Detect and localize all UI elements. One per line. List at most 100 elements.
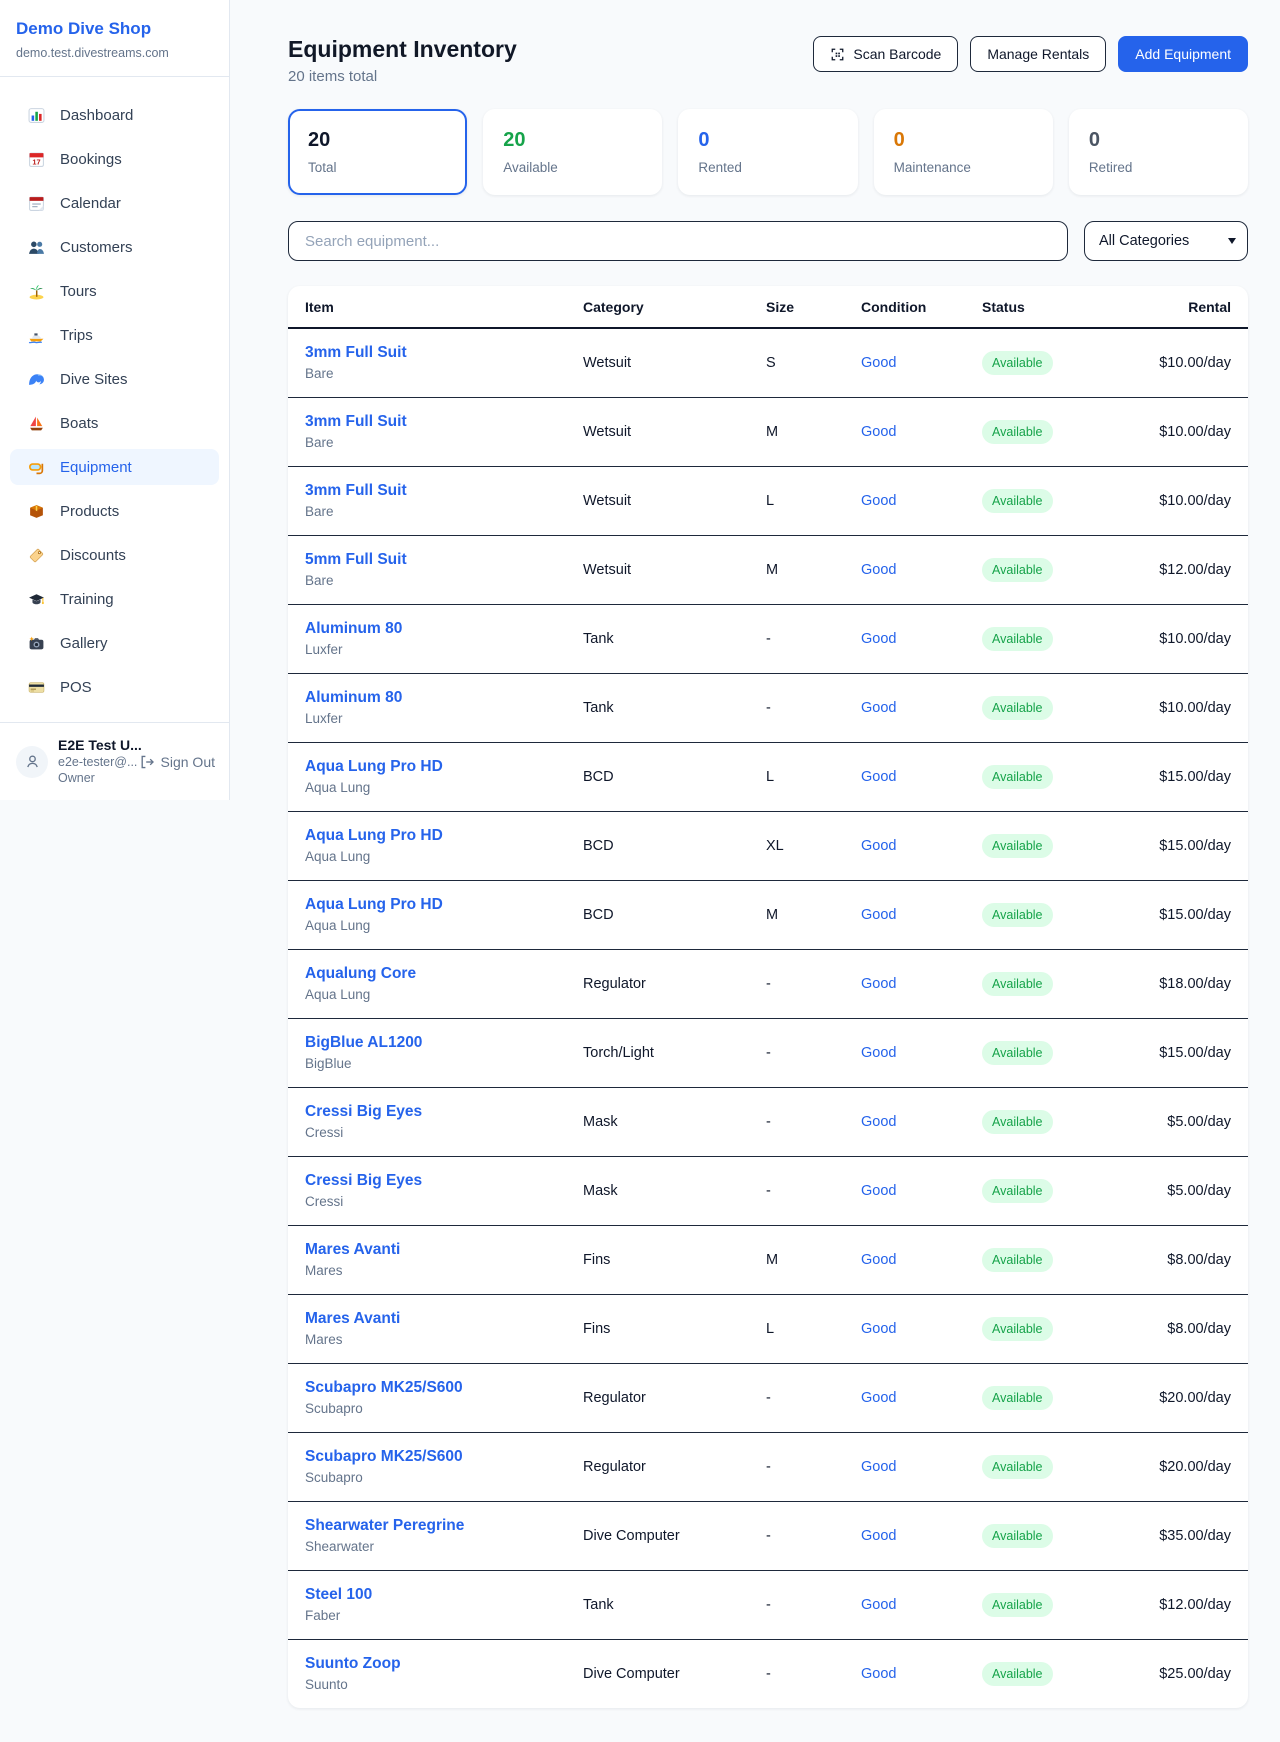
manage-rentals-button[interactable]: Manage Rentals <box>970 36 1106 72</box>
search-input[interactable] <box>288 221 1068 261</box>
item-name-link[interactable]: 3mm Full Suit <box>305 342 575 363</box>
item-condition-link[interactable]: Good <box>861 1045 896 1061</box>
status-badge: Available <box>982 765 1053 789</box>
sidebar-item-pos[interactable]: POS <box>10 669 219 705</box>
item-size: L <box>766 742 861 811</box>
item-condition-link[interactable]: Good <box>861 1183 896 1199</box>
sidebar-item-label: Products <box>60 503 119 520</box>
item-category: Tank <box>583 673 766 742</box>
stat-value: 0 <box>894 127 1033 153</box>
sidebar-item-dashboard[interactable]: Dashboard <box>10 97 219 133</box>
item-condition-link[interactable]: Good <box>861 700 896 716</box>
sidebar-item-discounts[interactable]: Discounts <box>10 537 219 573</box>
sidebar-item-gallery[interactable]: Gallery <box>10 625 219 661</box>
status-badge: Available <box>982 1455 1053 1479</box>
sidebar-item-customers[interactable]: Customers <box>10 229 219 265</box>
item-name-link[interactable]: Steel 100 <box>305 1584 575 1605</box>
item-condition-link[interactable]: Good <box>861 1252 896 1268</box>
item-category: Mask <box>583 1156 766 1225</box>
item-name-link[interactable]: Cressi Big Eyes <box>305 1101 575 1122</box>
item-condition-link[interactable]: Good <box>861 1459 896 1475</box>
sidebar-item-equipment[interactable]: Equipment <box>10 449 219 485</box>
add-equipment-button[interactable]: Add Equipment <box>1118 36 1248 72</box>
stat-card-rented[interactable]: 0Rented <box>678 109 857 195</box>
equipment-row: Mares AvantiMaresFinsLGoodAvailable$8.00… <box>288 1294 1248 1363</box>
equipment-table-body: 3mm Full SuitBareWetsuitSGoodAvailable$1… <box>288 328 1248 1708</box>
item-rental-rate: $15.00/day <box>1130 742 1248 811</box>
item-rental-rate: $15.00/day <box>1130 880 1248 949</box>
item-name-link[interactable]: Aqua Lung Pro HD <box>305 894 575 915</box>
page-header: Equipment Inventory 20 items total Scan … <box>288 34 1248 88</box>
item-name-link[interactable]: Aqua Lung Pro HD <box>305 756 575 777</box>
item-rental-rate: $12.00/day <box>1130 1570 1248 1639</box>
item-brand: Shearwater <box>305 1538 575 1556</box>
item-condition-link[interactable]: Good <box>861 769 896 785</box>
item-name-link[interactable]: Mares Avanti <box>305 1239 575 1260</box>
stat-card-available[interactable]: 20Available <box>483 109 662 195</box>
sidebar-item-trips[interactable]: Trips <box>10 317 219 353</box>
sidebar-item-products[interactable]: Products <box>10 493 219 529</box>
stat-card-maintenance[interactable]: 0Maintenance <box>874 109 1053 195</box>
stat-card-retired[interactable]: 0Retired <box>1069 109 1248 195</box>
item-name-link[interactable]: Aqua Lung Pro HD <box>305 825 575 846</box>
item-condition-link[interactable]: Good <box>861 424 896 440</box>
status-badge: Available <box>982 834 1053 858</box>
item-name-link[interactable]: Mares Avanti <box>305 1308 575 1329</box>
item-category: Regulator <box>583 1363 766 1432</box>
status-badge: Available <box>982 1041 1053 1065</box>
item-condition-link[interactable]: Good <box>861 1390 896 1406</box>
sidebar-item-training[interactable]: Training <box>10 581 219 617</box>
sailboat-icon <box>28 415 45 432</box>
category-filter[interactable]: All Categories <box>1084 221 1248 261</box>
item-brand: Scubapro <box>305 1469 575 1487</box>
item-condition-link[interactable]: Good <box>861 1597 896 1613</box>
item-name-link[interactable]: Shearwater Peregrine <box>305 1515 575 1536</box>
item-name-link[interactable]: 3mm Full Suit <box>305 480 575 501</box>
item-size: - <box>766 1363 861 1432</box>
scan-barcode-button[interactable]: Scan Barcode <box>813 36 958 72</box>
stat-card-total[interactable]: 20Total <box>288 109 467 195</box>
wave-icon <box>28 371 45 388</box>
page-title-block: Equipment Inventory 20 items total <box>288 34 517 88</box>
item-condition-link[interactable]: Good <box>861 1528 896 1544</box>
item-name-link[interactable]: Suunto Zoop <box>305 1653 575 1674</box>
item-name-link[interactable]: 5mm Full Suit <box>305 549 575 570</box>
sidebar-item-bookings[interactable]: 17Bookings <box>10 141 219 177</box>
sidebar-item-label: POS <box>60 679 92 696</box>
item-name-link[interactable]: Aqualung Core <box>305 963 575 984</box>
grad-cap-icon <box>28 591 45 608</box>
item-condition-link[interactable]: Good <box>861 355 896 371</box>
item-name-link[interactable]: Cressi Big Eyes <box>305 1170 575 1191</box>
user-info: E2E Test U... e2e-tester@... Owner <box>58 737 139 786</box>
item-condition-link[interactable]: Good <box>861 907 896 923</box>
item-condition-link[interactable]: Good <box>861 838 896 854</box>
sidebar-item-calendar[interactable]: Calendar <box>10 185 219 221</box>
equipment-row: Aqua Lung Pro HDAqua LungBCDMGoodAvailab… <box>288 880 1248 949</box>
sign-out-button[interactable]: Sign Out <box>139 754 215 770</box>
item-condition-link[interactable]: Good <box>861 1666 896 1682</box>
item-name-link[interactable]: BigBlue AL1200 <box>305 1032 575 1053</box>
item-condition-link[interactable]: Good <box>861 1114 896 1130</box>
sidebar: Demo Dive Shop demo.test.divestreams.com… <box>0 0 230 800</box>
sidebar-item-dive-sites[interactable]: Dive Sites <box>10 361 219 397</box>
sidebar-item-tours[interactable]: Tours <box>10 273 219 309</box>
sidebar-item-boats[interactable]: Boats <box>10 405 219 441</box>
item-category: Dive Computer <box>583 1501 766 1570</box>
item-condition-link[interactable]: Good <box>861 1321 896 1337</box>
item-size: M <box>766 535 861 604</box>
item-name-link[interactable]: Scubapro MK25/S600 <box>305 1446 575 1467</box>
item-condition-link[interactable]: Good <box>861 562 896 578</box>
status-badge: Available <box>982 1317 1053 1341</box>
item-name-link[interactable]: Scubapro MK25/S600 <box>305 1377 575 1398</box>
item-brand: Suunto <box>305 1676 575 1694</box>
item-size: XL <box>766 811 861 880</box>
brand-domain: demo.test.divestreams.com <box>16 44 213 62</box>
item-name-link[interactable]: 3mm Full Suit <box>305 411 575 432</box>
item-condition-link[interactable]: Good <box>861 493 896 509</box>
sidebar-item-label: Bookings <box>60 151 122 168</box>
item-condition-link[interactable]: Good <box>861 976 896 992</box>
item-name-link[interactable]: Aluminum 80 <box>305 687 575 708</box>
item-category: Fins <box>583 1225 766 1294</box>
item-name-link[interactable]: Aluminum 80 <box>305 618 575 639</box>
item-condition-link[interactable]: Good <box>861 631 896 647</box>
